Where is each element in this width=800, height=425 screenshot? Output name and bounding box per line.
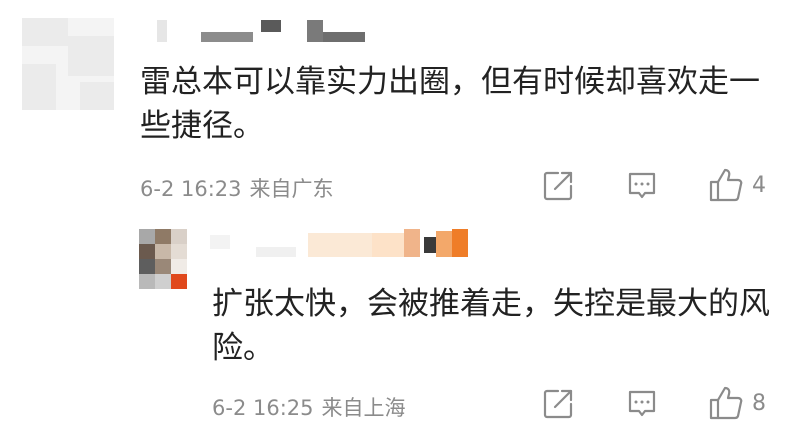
avatar[interactable] xyxy=(139,229,187,289)
username-blurred[interactable] xyxy=(157,20,367,42)
avatar-pixel xyxy=(155,229,171,244)
share-icon xyxy=(543,171,573,201)
comment-text: 雷总本可以靠实力出圈，但有时候却喜欢走一些捷径。 xyxy=(140,64,760,144)
like-button[interactable]: 4 xyxy=(708,167,766,203)
reply-meta: 6-2 16:25 来自上海 xyxy=(212,392,406,422)
avatar-pixel xyxy=(139,244,155,259)
avatar-pixel xyxy=(171,244,187,259)
avatar-pixel xyxy=(155,244,171,259)
avatar-pixel xyxy=(155,259,171,274)
comment-location: 来自广东 xyxy=(249,177,334,201)
comment-icon xyxy=(628,172,656,199)
avatar[interactable] xyxy=(22,18,114,110)
share-icon xyxy=(543,389,573,419)
like-count: 8 xyxy=(752,390,766,416)
like-count: 4 xyxy=(752,172,766,198)
comment-meta: 6-2 16:23 来自广东 xyxy=(140,173,334,203)
reply-text: 扩张太快，会被推着走，失控是最大的风险。 xyxy=(212,286,770,366)
username-blurred[interactable] xyxy=(210,229,470,257)
avatar-pixel xyxy=(155,274,171,289)
reply-date: 6-2 16:25 xyxy=(212,396,314,420)
thumbs-up-icon xyxy=(709,386,743,420)
reply-button[interactable] xyxy=(625,169,659,203)
reply-button[interactable] xyxy=(625,387,659,421)
comment-icon xyxy=(628,390,656,417)
comment-date: 6-2 16:23 xyxy=(140,177,242,201)
like-button[interactable]: 8 xyxy=(708,385,766,421)
avatar-pixel xyxy=(139,229,155,244)
avatar-pixel xyxy=(139,259,155,274)
share-button[interactable] xyxy=(541,387,575,421)
avatar-pixel xyxy=(171,229,187,244)
avatar-pixel xyxy=(171,274,187,289)
share-button[interactable] xyxy=(541,169,575,203)
avatar-pixel xyxy=(171,259,187,274)
avatar-pixel xyxy=(139,274,155,289)
reply-location: 来自上海 xyxy=(321,396,406,420)
thumbs-up-icon xyxy=(709,168,743,202)
